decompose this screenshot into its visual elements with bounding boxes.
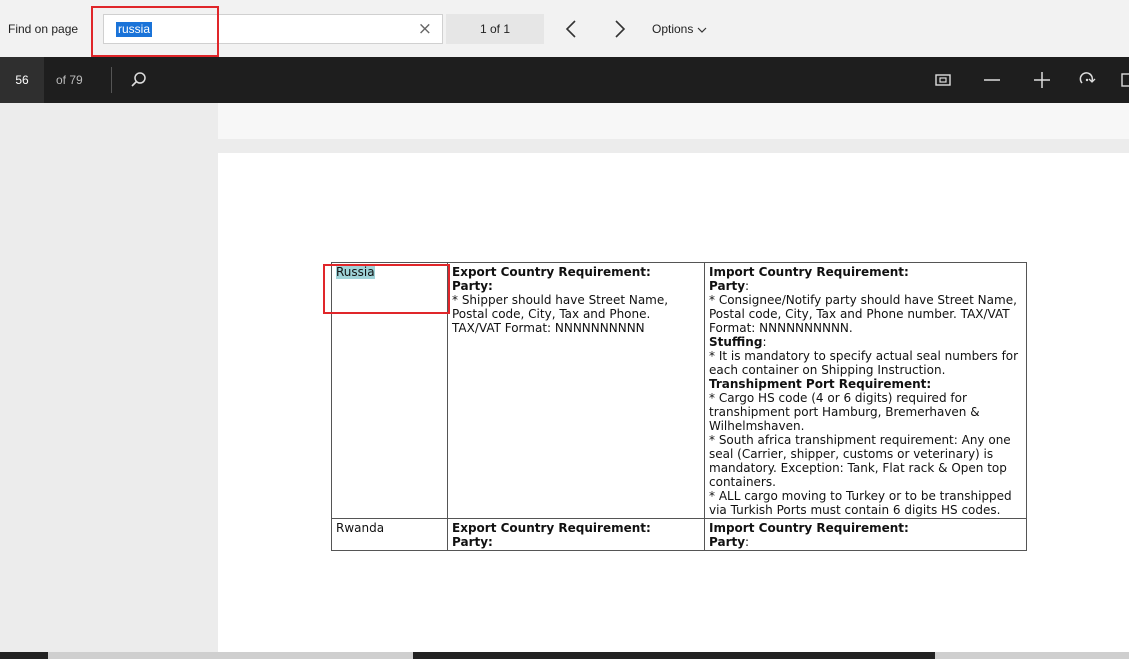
horizontal-scrollbar[interactable] [0, 652, 1129, 659]
layout-icon[interactable] [1120, 69, 1129, 91]
transhipment-label: Transhipment Port Requirement: [709, 377, 932, 391]
import-heading: Import Country Requirement: [709, 265, 909, 279]
options-chevron-icon [697, 23, 707, 37]
document-page: Russia Export Country Requirement: Party… [218, 153, 1129, 659]
annotation-box-russia [323, 264, 450, 314]
export-party-label: Party: [452, 535, 493, 549]
viewer-toolbar: 56 of 79 [0, 57, 1129, 103]
export-requirement-cell: Export Country Requirement: Party: [447, 518, 705, 551]
import-requirement-cell: Import Country Requirement: Party: [704, 518, 1027, 551]
current-page-number[interactable]: 56 [0, 57, 44, 103]
transhipment-text: * South africa transhipment requirement:… [709, 433, 1011, 489]
rotate-icon[interactable] [1076, 69, 1098, 91]
export-party-text: * Shipper should have Street Name, Posta… [452, 293, 669, 335]
zoom-out-icon[interactable] [981, 69, 1003, 91]
stuffing-text: * It is mandatory to specify actual seal… [709, 349, 1019, 377]
import-party-text: * Consignee/Notify party should have Str… [709, 293, 1017, 335]
search-icon[interactable] [128, 69, 150, 91]
import-requirement-cell: Import Country Requirement: Party: * Con… [704, 262, 1027, 519]
find-label: Find on page [8, 22, 79, 36]
export-requirement-cell: Export Country Requirement: Party: * Shi… [447, 262, 705, 519]
import-party-label: Party [709, 535, 746, 549]
transhipment-text: * ALL cargo moving to Turkey or to be tr… [709, 489, 1012, 517]
viewer-gutter [0, 103, 218, 659]
previous-match-icon[interactable] [557, 14, 587, 44]
export-heading: Export Country Requirement: [452, 521, 651, 535]
toolbar-divider [111, 67, 112, 93]
next-match-icon[interactable] [604, 14, 634, 44]
page-total: of 79 [56, 73, 83, 87]
table-row: Rwanda Export Country Requirement: Party… [331, 518, 1027, 551]
options-label: Options [652, 22, 694, 36]
country-cell: Rwanda [331, 518, 448, 551]
scrollbar-track-segment [935, 652, 1129, 659]
scrollbar-track-segment [48, 652, 413, 659]
match-count: 1 of 1 [446, 14, 544, 44]
stuffing-label: Stuffing [709, 335, 763, 349]
export-heading: Export Country Requirement: [452, 265, 651, 279]
options-menu[interactable]: Options [652, 22, 707, 37]
export-party-label: Party: [452, 279, 493, 293]
import-party-label: Party [709, 279, 746, 293]
fit-page-icon[interactable] [932, 69, 954, 91]
transhipment-text: * Cargo HS code (4 or 6 digits) required… [709, 391, 980, 433]
previous-page-bottom [218, 103, 1129, 139]
zoom-in-icon[interactable] [1031, 69, 1053, 91]
clear-icon[interactable]: × [418, 19, 432, 39]
import-heading: Import Country Requirement: [709, 521, 909, 535]
annotation-box-find-input [91, 6, 219, 57]
